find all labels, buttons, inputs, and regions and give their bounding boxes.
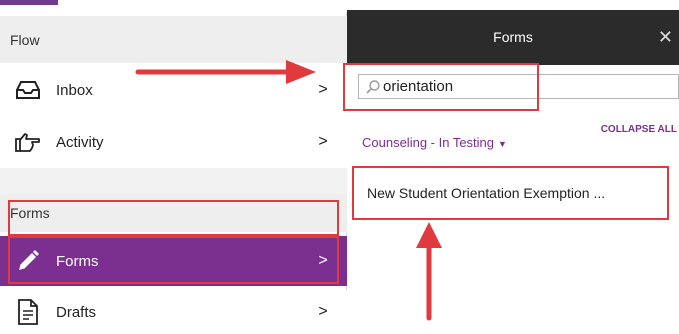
caret-down-icon: ▼ [498, 139, 507, 149]
annotation-box-form-item [352, 166, 669, 220]
sidebar-item-label: Inbox [56, 81, 93, 99]
chevron-right-icon: > [318, 81, 328, 98]
inbox-icon [14, 76, 42, 104]
document-icon [14, 298, 42, 326]
annotation-box-search [343, 63, 539, 111]
group-label: Counseling - In Testing [362, 135, 495, 150]
collapse-all-link[interactable]: COLLAPSE ALL [601, 124, 677, 135]
top-accent [0, 0, 58, 5]
section-header-flow: Flow [0, 16, 347, 63]
group-dropdown[interactable]: Counseling - In Testing ▼ [362, 135, 507, 150]
close-icon[interactable]: ✕ [658, 10, 673, 65]
annotation-box-forms-item [8, 236, 339, 284]
panel-header: Forms ✕ [347, 10, 679, 65]
sidebar-item-label: Drafts [56, 303, 97, 321]
sidebar-item-label: Activity [56, 133, 104, 151]
sidebar-item-activity[interactable]: Activity > [0, 116, 347, 168]
sidebar-item-inbox[interactable]: Inbox > [0, 64, 347, 116]
annotation-box-forms-header [8, 200, 339, 236]
chevron-right-icon: > [318, 133, 328, 150]
panel-title: Forms [493, 29, 533, 45]
sidebar-item-drafts[interactable]: Drafts > [0, 290, 347, 334]
top-strip [0, 0, 347, 12]
thumbs-pointing-icon [14, 128, 42, 156]
sidebar-spacer [0, 168, 347, 194]
chevron-right-icon: > [318, 303, 328, 320]
